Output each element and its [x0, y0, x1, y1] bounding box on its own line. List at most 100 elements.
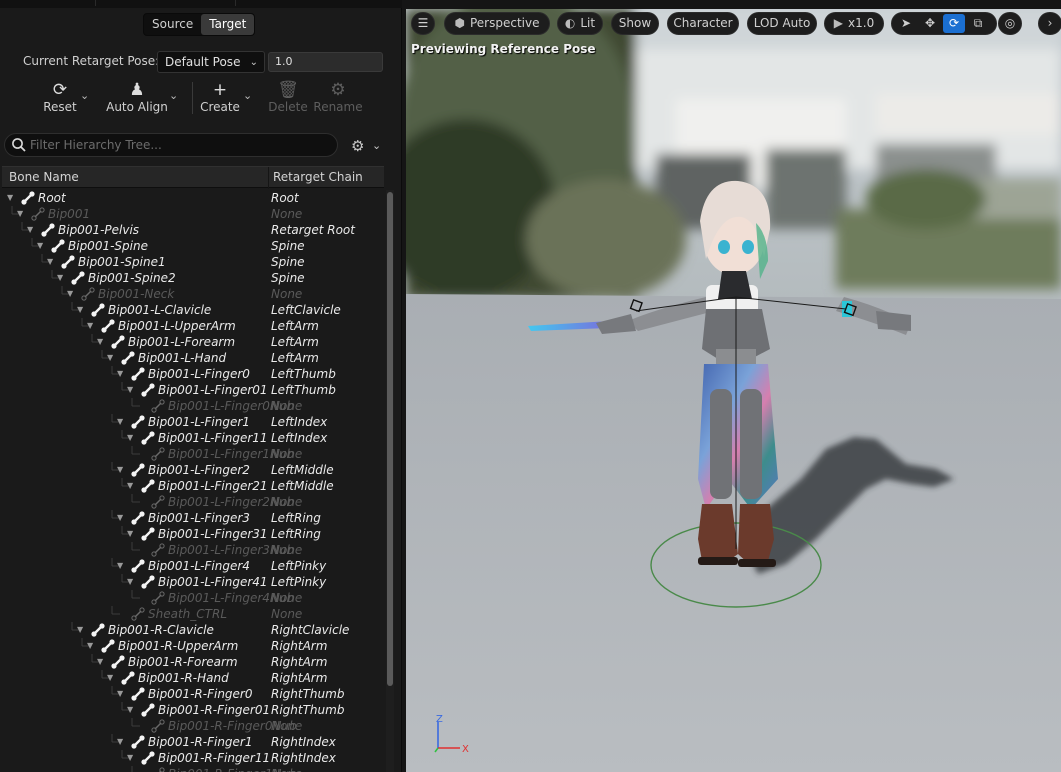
expand-arrow-icon[interactable]: ▼ [97, 654, 107, 670]
expand-arrow-icon[interactable]: ▼ [47, 254, 57, 270]
character-button[interactable]: Character [667, 12, 739, 35]
tree-row[interactable]: Bip001-L-Finger4Nub None [2, 590, 384, 606]
expand-arrow-icon[interactable]: ▼ [57, 270, 67, 286]
expand-arrow-icon[interactable]: ▼ [17, 206, 27, 222]
viewport-overflow-button[interactable]: › [1038, 12, 1061, 35]
tree-row[interactable]: Bip001-L-Finger3Nub None [2, 542, 384, 558]
preview-viewport[interactable]: ☰ ⬢ Perspective ◐ Lit Show Character LOD A… [406, 9, 1061, 772]
retarget-chain-value[interactable]: LeftIndex [271, 430, 327, 446]
retarget-chain-value[interactable]: None [271, 494, 302, 510]
tree-row[interactable]: Bip001-R-Finger1NubNone [2, 766, 384, 772]
expand-arrow-icon[interactable]: ▼ [127, 382, 137, 398]
retarget-chain-value[interactable]: Root [271, 190, 299, 206]
retarget-chain-value[interactable]: LeftMiddle [271, 462, 334, 478]
tree-scrollbar[interactable] [386, 190, 394, 772]
target-tab[interactable]: Target [201, 14, 255, 35]
tree-row[interactable]: ▼ Bip001-L-Finger01 LeftThumb [2, 382, 384, 398]
tree-row[interactable]: ▼ Bip001-R-Forearm RightArm [2, 654, 384, 670]
create-button[interactable]: + Create [198, 80, 242, 116]
select-arrow-icon[interactable]: ➤ [895, 14, 917, 33]
lit-button[interactable]: ◐ Lit [557, 12, 603, 35]
retarget-chain-value[interactable]: LeftPinky [271, 574, 326, 590]
tree-row[interactable]: ▼ Bip001-R-Finger1 RightIndex [2, 734, 384, 750]
tree-row[interactable]: ▼ Bip001-Spine Spine [2, 238, 384, 254]
retarget-chain-value[interactable]: RightIndex [271, 750, 336, 766]
tree-row[interactable]: ▼ Bip001-L-Forearm LeftArm [2, 334, 384, 350]
pose-blend-input[interactable]: 1.0 [268, 52, 383, 72]
playback-speed-button[interactable]: ▶ x1.0 [824, 12, 884, 35]
retarget-chain-value[interactable]: RightArm [271, 638, 327, 654]
retarget-chain-value[interactable]: LeftIndex [271, 414, 327, 430]
tree-row[interactable]: Bip001-L-Finger1Nub None [2, 446, 384, 462]
expand-arrow-icon[interactable]: ▼ [117, 462, 127, 478]
expand-arrow-icon[interactable]: ▼ [117, 510, 127, 526]
tree-row[interactable]: ▼ Bip001-Pelvis Retarget Root [2, 222, 384, 238]
tree-row[interactable]: ▼ Bip001-R-Finger01 RightThumb [2, 702, 384, 718]
retarget-chain-value[interactable]: LeftRing [271, 510, 321, 526]
retarget-chain-column-header[interactable]: Retarget Chain [273, 170, 363, 184]
tree-row[interactable]: ▼ Bip001-L-Finger41 LeftPinky [2, 574, 384, 590]
retarget-chain-value[interactable]: LeftArm [271, 334, 319, 350]
tree-row[interactable]: ▼ Bip001-R-Hand RightArm [2, 670, 384, 686]
retarget-chain-value[interactable]: None [271, 542, 302, 558]
reset-dropdown-chevron-icon[interactable]: ⌄ [80, 89, 89, 102]
retarget-chain-value[interactable]: RightThumb [271, 702, 344, 718]
rename-button[interactable]: ⚙ Rename [312, 80, 364, 116]
retarget-chain-value[interactable]: Spine [271, 270, 305, 286]
retarget-chain-value[interactable]: None [271, 446, 302, 462]
tree-row[interactable]: ▼ Bip001-L-UpperArm LeftArm [2, 318, 384, 334]
tree-row[interactable]: Bip001-L-Finger0Nub None [2, 398, 384, 414]
expand-arrow-icon[interactable]: ▼ [27, 222, 37, 238]
tree-settings-button[interactable]: ⚙ ⌄ [351, 137, 385, 155]
retarget-chain-value[interactable]: None [271, 590, 302, 606]
tree-row[interactable]: ▼ Bip001-R-Finger0 RightThumb [2, 686, 384, 702]
retarget-chain-value[interactable]: Retarget Root [271, 222, 355, 238]
retarget-chain-value[interactable]: LeftArm [271, 350, 319, 366]
hierarchy-filter-input[interactable] [30, 136, 330, 154]
camera-speed-button[interactable]: ◎ [998, 12, 1022, 35]
tree-row[interactable]: ▼ Bip001-L-Finger2 LeftMiddle [2, 462, 384, 478]
tree-row[interactable]: ▼ Bip001-L-Clavicle LeftClavicle [2, 302, 384, 318]
expand-arrow-icon[interactable]: ▼ [87, 318, 97, 334]
auto-align-button[interactable]: ♟ Auto Align [104, 80, 170, 116]
expand-arrow-icon[interactable]: ▼ [77, 622, 87, 638]
retarget-chain-value[interactable]: None [271, 718, 302, 734]
expand-arrow-icon[interactable]: ▼ [37, 238, 47, 254]
retarget-chain-value[interactable]: Spine [271, 254, 305, 270]
expand-arrow-icon[interactable]: ▼ [127, 478, 137, 494]
retarget-chain-value[interactable]: LeftPinky [271, 558, 326, 574]
expand-arrow-icon[interactable]: ▼ [127, 526, 137, 542]
tree-row[interactable]: ▼ Bip001-L-Finger0 LeftThumb [2, 366, 384, 382]
retarget-chain-value[interactable]: None [271, 606, 302, 622]
delete-button[interactable]: 🗑 Delete [266, 80, 310, 116]
expand-arrow-icon[interactable]: ▼ [117, 558, 127, 574]
expand-arrow-icon[interactable]: ▼ [97, 334, 107, 350]
tree-row[interactable]: ▼ Bip001-R-Clavicle RightClavicle [2, 622, 384, 638]
tree-row[interactable]: Bip001-L-Finger2Nub None [2, 494, 384, 510]
perspective-button[interactable]: ⬢ Perspective [444, 12, 550, 35]
expand-arrow-icon[interactable]: ▼ [117, 686, 127, 702]
retarget-chain-value[interactable]: LeftMiddle [271, 478, 334, 494]
retarget-chain-value[interactable]: None [271, 286, 302, 302]
retarget-chain-value[interactable]: LeftThumb [271, 382, 336, 398]
tree-row[interactable]: ▼ Bip001-L-Finger3 LeftRing [2, 510, 384, 526]
lod-button[interactable]: LOD Auto [747, 12, 817, 35]
retarget-chain-value[interactable]: None [271, 766, 302, 772]
tree-row[interactable]: ▼ Bip001-R-UpperArm RightArm [2, 638, 384, 654]
tree-row[interactable]: ▼ Root Root [2, 190, 384, 206]
tree-row[interactable]: ▼ Bip001-R-Finger11 RightIndex [2, 750, 384, 766]
retarget-chain-value[interactable]: Spine [271, 238, 305, 254]
column-divider[interactable] [268, 167, 269, 189]
expand-arrow-icon[interactable]: ▼ [107, 350, 117, 366]
tree-row[interactable]: ▼ Bip001-Neck None [2, 286, 384, 302]
retarget-chain-value[interactable]: LeftArm [271, 318, 319, 334]
retarget-pose-dropdown[interactable]: Default Pose ⌄ [157, 51, 265, 73]
expand-arrow-icon[interactable]: ▼ [67, 286, 77, 302]
tree-row[interactable]: ▼ Bip001 None [2, 206, 384, 222]
expand-arrow-icon[interactable]: ▼ [127, 702, 137, 718]
rotate-icon[interactable]: ⟳ [943, 14, 965, 33]
show-button[interactable]: Show [611, 12, 659, 35]
tree-row[interactable]: ▼ Bip001-L-Finger21 LeftMiddle [2, 478, 384, 494]
tree-row[interactable]: Sheath_CTRL None [2, 606, 384, 622]
reset-button[interactable]: ⟳ Reset [40, 80, 80, 116]
